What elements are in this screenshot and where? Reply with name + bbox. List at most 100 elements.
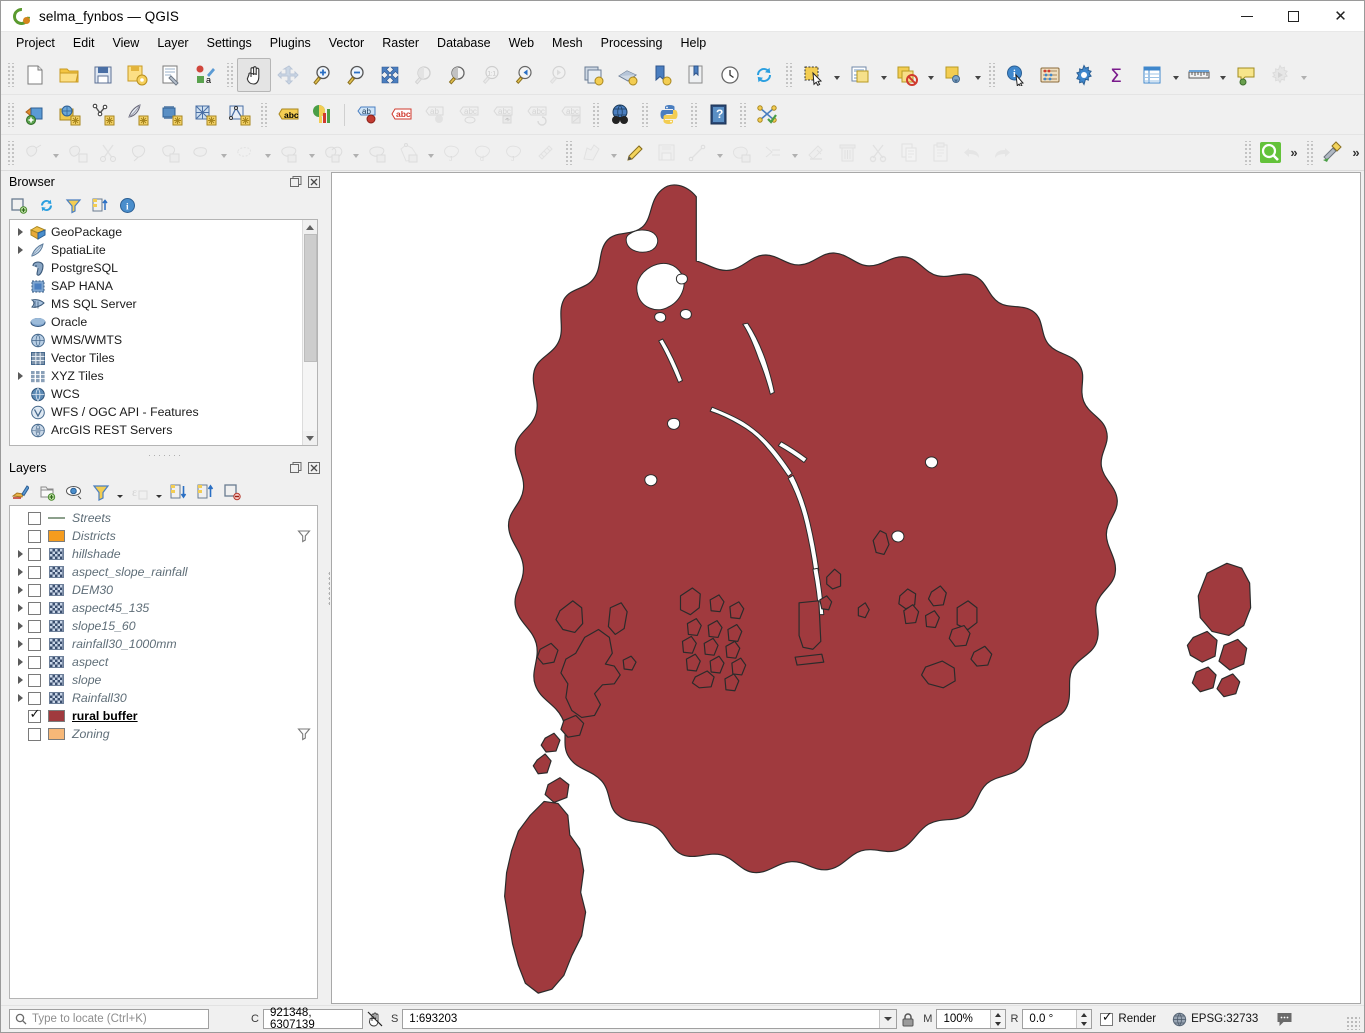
menu-help[interactable]: Help	[671, 33, 715, 54]
layers-tree[interactable]: StreetsDistrictshillshadeaspect_slope_ra…	[10, 506, 317, 998]
filter-legend-icon[interactable]	[88, 480, 113, 503]
toggle-extents-icon[interactable]	[367, 1011, 383, 1027]
layer-visibility-checkbox[interactable]	[28, 566, 41, 579]
browser-item-sap-hana[interactable]: SAP HANA	[10, 277, 302, 295]
add-line-feature-button[interactable]	[682, 138, 713, 168]
resize-grip[interactable]	[1346, 1016, 1360, 1030]
layer-visibility-checkbox[interactable]	[28, 620, 41, 633]
zoom-to-selection-button[interactable]	[407, 58, 441, 92]
expand-arrow-icon[interactable]	[12, 653, 28, 671]
menu-raster[interactable]: Raster	[373, 33, 428, 54]
new-bookmark-button[interactable]	[645, 58, 679, 92]
zoom-out-button[interactable]	[339, 58, 373, 92]
layer-row[interactable]: slope	[10, 671, 317, 689]
save-edits-button[interactable]	[651, 138, 682, 168]
georeferencer-button[interactable]	[1317, 138, 1348, 168]
layer-row[interactable]: Rainfall30	[10, 689, 317, 707]
label-layer-button[interactable]: ab	[350, 98, 384, 132]
menu-processing[interactable]: Processing	[592, 33, 672, 54]
modify-attributes-button[interactable]	[757, 138, 788, 168]
expand-arrow-icon[interactable]	[12, 241, 28, 259]
layer-visibility-checkbox[interactable]	[28, 692, 41, 705]
lock-scale-icon[interactable]	[901, 1012, 915, 1027]
scroll-down-button[interactable]	[303, 431, 318, 445]
toolbar-grip[interactable]	[564, 141, 573, 165]
vertex-tool-button[interactable]	[576, 138, 607, 168]
zoom-in-button[interactable]	[305, 58, 339, 92]
deselect-features-dropdown[interactable]	[924, 58, 937, 92]
layer-visibility-checkbox[interactable]	[28, 530, 41, 543]
options-button[interactable]	[1067, 58, 1101, 92]
new-project-button[interactable]	[18, 58, 52, 92]
delete-ring-button[interactable]: d	[468, 138, 499, 168]
menu-layer[interactable]: Layer	[148, 33, 197, 54]
zoom-last-button[interactable]	[509, 58, 543, 92]
delete-part-button[interactable]: J	[499, 138, 530, 168]
show-bookmarks-button[interactable]	[679, 58, 713, 92]
expand-arrow-icon[interactable]	[12, 689, 28, 707]
render-checkbox[interactable]	[1100, 1013, 1113, 1026]
menu-mesh[interactable]: Mesh	[543, 33, 592, 54]
expand-arrow-icon[interactable]	[12, 223, 28, 241]
browser-item-wcs[interactable]: WCS	[10, 385, 302, 403]
vertex-tool-dropdown[interactable]	[607, 136, 620, 170]
menu-web[interactable]: Web	[500, 33, 543, 54]
new-3d-map-view-button[interactable]	[611, 58, 645, 92]
rotation-spinbox[interactable]: 0.0 °	[1022, 1009, 1092, 1029]
add-vector-layer-button[interactable]	[18, 98, 52, 132]
show-properties-icon[interactable]: i	[115, 194, 140, 217]
layer-row[interactable]: Streets	[10, 509, 317, 527]
layer-row[interactable]: DEM30	[10, 581, 317, 599]
select-freehand-button[interactable]	[230, 138, 261, 168]
qgis-plugin-button[interactable]	[750, 98, 784, 132]
multi-edit-button[interactable]	[801, 138, 832, 168]
rollback-edits-button[interactable]	[124, 138, 155, 168]
browser-scrollbar[interactable]	[302, 220, 317, 445]
layer-row[interactable]: hillshade	[10, 545, 317, 563]
layer-visibility-checkbox[interactable]	[28, 656, 41, 669]
browser-item-arcgis-rest-servers[interactable]: ArcGIS REST Servers	[10, 421, 302, 439]
magnifier-increase[interactable]	[991, 1010, 1005, 1019]
expand-arrow-icon[interactable]	[12, 563, 28, 581]
toolbar-grip[interactable]	[591, 103, 600, 127]
layer-row[interactable]: aspect	[10, 653, 317, 671]
layer-visibility-checkbox[interactable]	[28, 512, 41, 525]
layer-visibility-checkbox[interactable]	[28, 674, 41, 687]
expand-arrow-icon[interactable]	[12, 671, 28, 689]
select-polygon-dropdown[interactable]	[217, 136, 230, 170]
toolbar-grip[interactable]	[259, 103, 268, 127]
select-by-expression-button[interactable]	[843, 58, 877, 92]
help-contents-button[interactable]: ?	[701, 98, 735, 132]
expand-arrow-icon[interactable]	[12, 599, 28, 617]
scroll-up-button[interactable]	[303, 220, 318, 234]
layers-close-button[interactable]	[306, 460, 321, 475]
locator-search-input[interactable]: Type to locate (Ctrl+K)	[9, 1009, 209, 1029]
add-vector-tile-layer-button[interactable]	[222, 98, 256, 132]
expand-arrow-icon[interactable]	[12, 581, 28, 599]
toolbar-grip[interactable]	[784, 63, 793, 87]
show-hide-labels-button[interactable]: abc	[452, 98, 486, 132]
cut-button[interactable]	[863, 138, 894, 168]
filter-browser-icon[interactable]	[61, 194, 86, 217]
toolbar-grip[interactable]	[1305, 141, 1314, 165]
map-canvas[interactable]	[331, 172, 1361, 1004]
zoom-next-button[interactable]	[543, 58, 577, 92]
scale-combobox[interactable]: 1:693203	[402, 1009, 897, 1029]
toolbar-grip[interactable]	[738, 103, 747, 127]
save-project-as-button[interactable]	[120, 58, 154, 92]
save-layer-edits-button[interactable]	[62, 138, 93, 168]
browser-item-wms-wmts[interactable]: WMS/WMTS	[10, 331, 302, 349]
run-feature-action-button[interactable]	[1263, 58, 1297, 92]
toolbar-grip[interactable]	[6, 103, 15, 127]
pin-labels-button[interactable]: ab	[418, 98, 452, 132]
rotate-label-button[interactable]: abc	[520, 98, 554, 132]
menu-plugins[interactable]: Plugins	[261, 33, 320, 54]
merge-dropdown[interactable]	[349, 136, 362, 170]
minimize-button[interactable]	[1223, 1, 1270, 32]
browser-item-geopackage[interactable]: GeoPackage	[10, 223, 302, 241]
processing-toolbox-button[interactable]	[1255, 138, 1286, 168]
toolbar-grip[interactable]	[6, 141, 15, 165]
attribute-table-dropdown[interactable]	[1169, 58, 1182, 92]
offset-dropdown[interactable]	[424, 136, 437, 170]
zoom-full-button[interactable]	[373, 58, 407, 92]
